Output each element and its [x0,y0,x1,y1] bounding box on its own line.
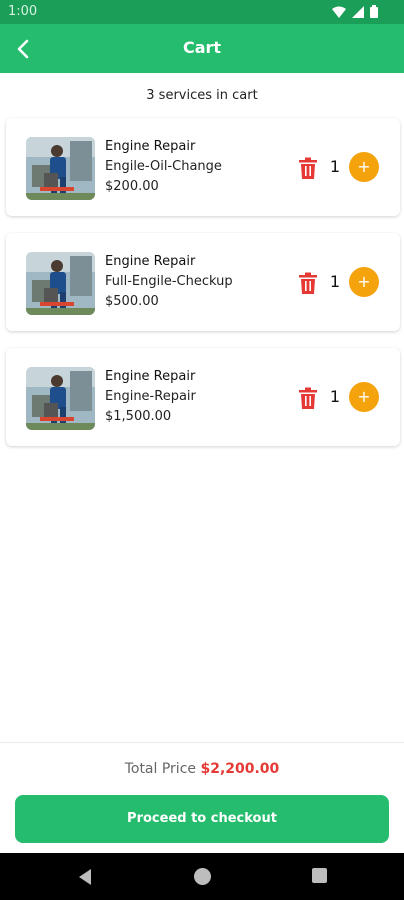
wifi-icon [332,6,346,18]
service-thumbnail [26,137,95,200]
item-service: Full-Engile-Checkup [105,274,233,289]
total-price-row: Total Price $2,200.00 [0,761,404,777]
page-title: Cart [182,38,222,57]
item-name: Engine Repair [105,369,196,384]
checkout-button[interactable]: Proceed to checkout [15,795,389,843]
trash-icon[interactable] [298,387,318,409]
item-name: Engine Repair [105,139,196,154]
total-value: $2,200.00 [200,761,280,777]
cart-item: Engine Repair Engile-Oil-Change $200.00 … [6,118,400,216]
item-quantity: 1 [329,272,341,291]
nav-recents-icon[interactable] [312,868,327,883]
plus-icon: + [357,387,371,406]
item-info: Engine Repair Engine-Repair $1,500.00 [105,367,196,427]
cart-footer: Total Price $2,200.00 Proceed to checkou… [0,742,404,852]
system-nav-bar [0,853,404,900]
nav-home-icon[interactable] [194,868,211,885]
add-quantity-button[interactable]: + [349,267,379,297]
status-bar: 1:00 [0,0,404,24]
cart-summary: 3 services in cart [146,88,258,103]
nav-back-icon[interactable] [76,868,94,886]
item-quantity: 1 [329,157,341,176]
total-label: Total Price [124,761,197,777]
battery-icon [370,5,378,18]
item-info: Engine Repair Full-Engile-Checkup $500.0… [105,252,233,312]
item-info: Engine Repair Engile-Oil-Change $200.00 [105,137,222,197]
status-icons [332,5,378,18]
plus-icon: + [357,272,371,291]
item-price: $200.00 [105,179,159,194]
item-service: Engine-Repair [105,389,196,404]
app-bar: Cart [0,24,404,73]
item-service: Engile-Oil-Change [105,159,222,174]
item-name: Engine Repair [105,254,196,269]
add-quantity-button[interactable]: + [349,152,379,182]
status-time: 1:00 [8,4,38,19]
trash-icon[interactable] [298,272,318,294]
add-quantity-button[interactable]: + [349,382,379,412]
plus-icon: + [357,157,371,176]
cart-item: Engine Repair Full-Engile-Checkup $500.0… [6,233,400,331]
cart-item: Engine Repair Engine-Repair $1,500.00 1 … [6,348,400,446]
item-price: $1,500.00 [105,409,172,424]
service-thumbnail [26,367,95,430]
trash-icon[interactable] [298,157,318,179]
item-quantity: 1 [329,387,341,406]
service-thumbnail [26,252,95,315]
signal-icon [352,5,364,18]
item-price: $500.00 [105,294,159,309]
